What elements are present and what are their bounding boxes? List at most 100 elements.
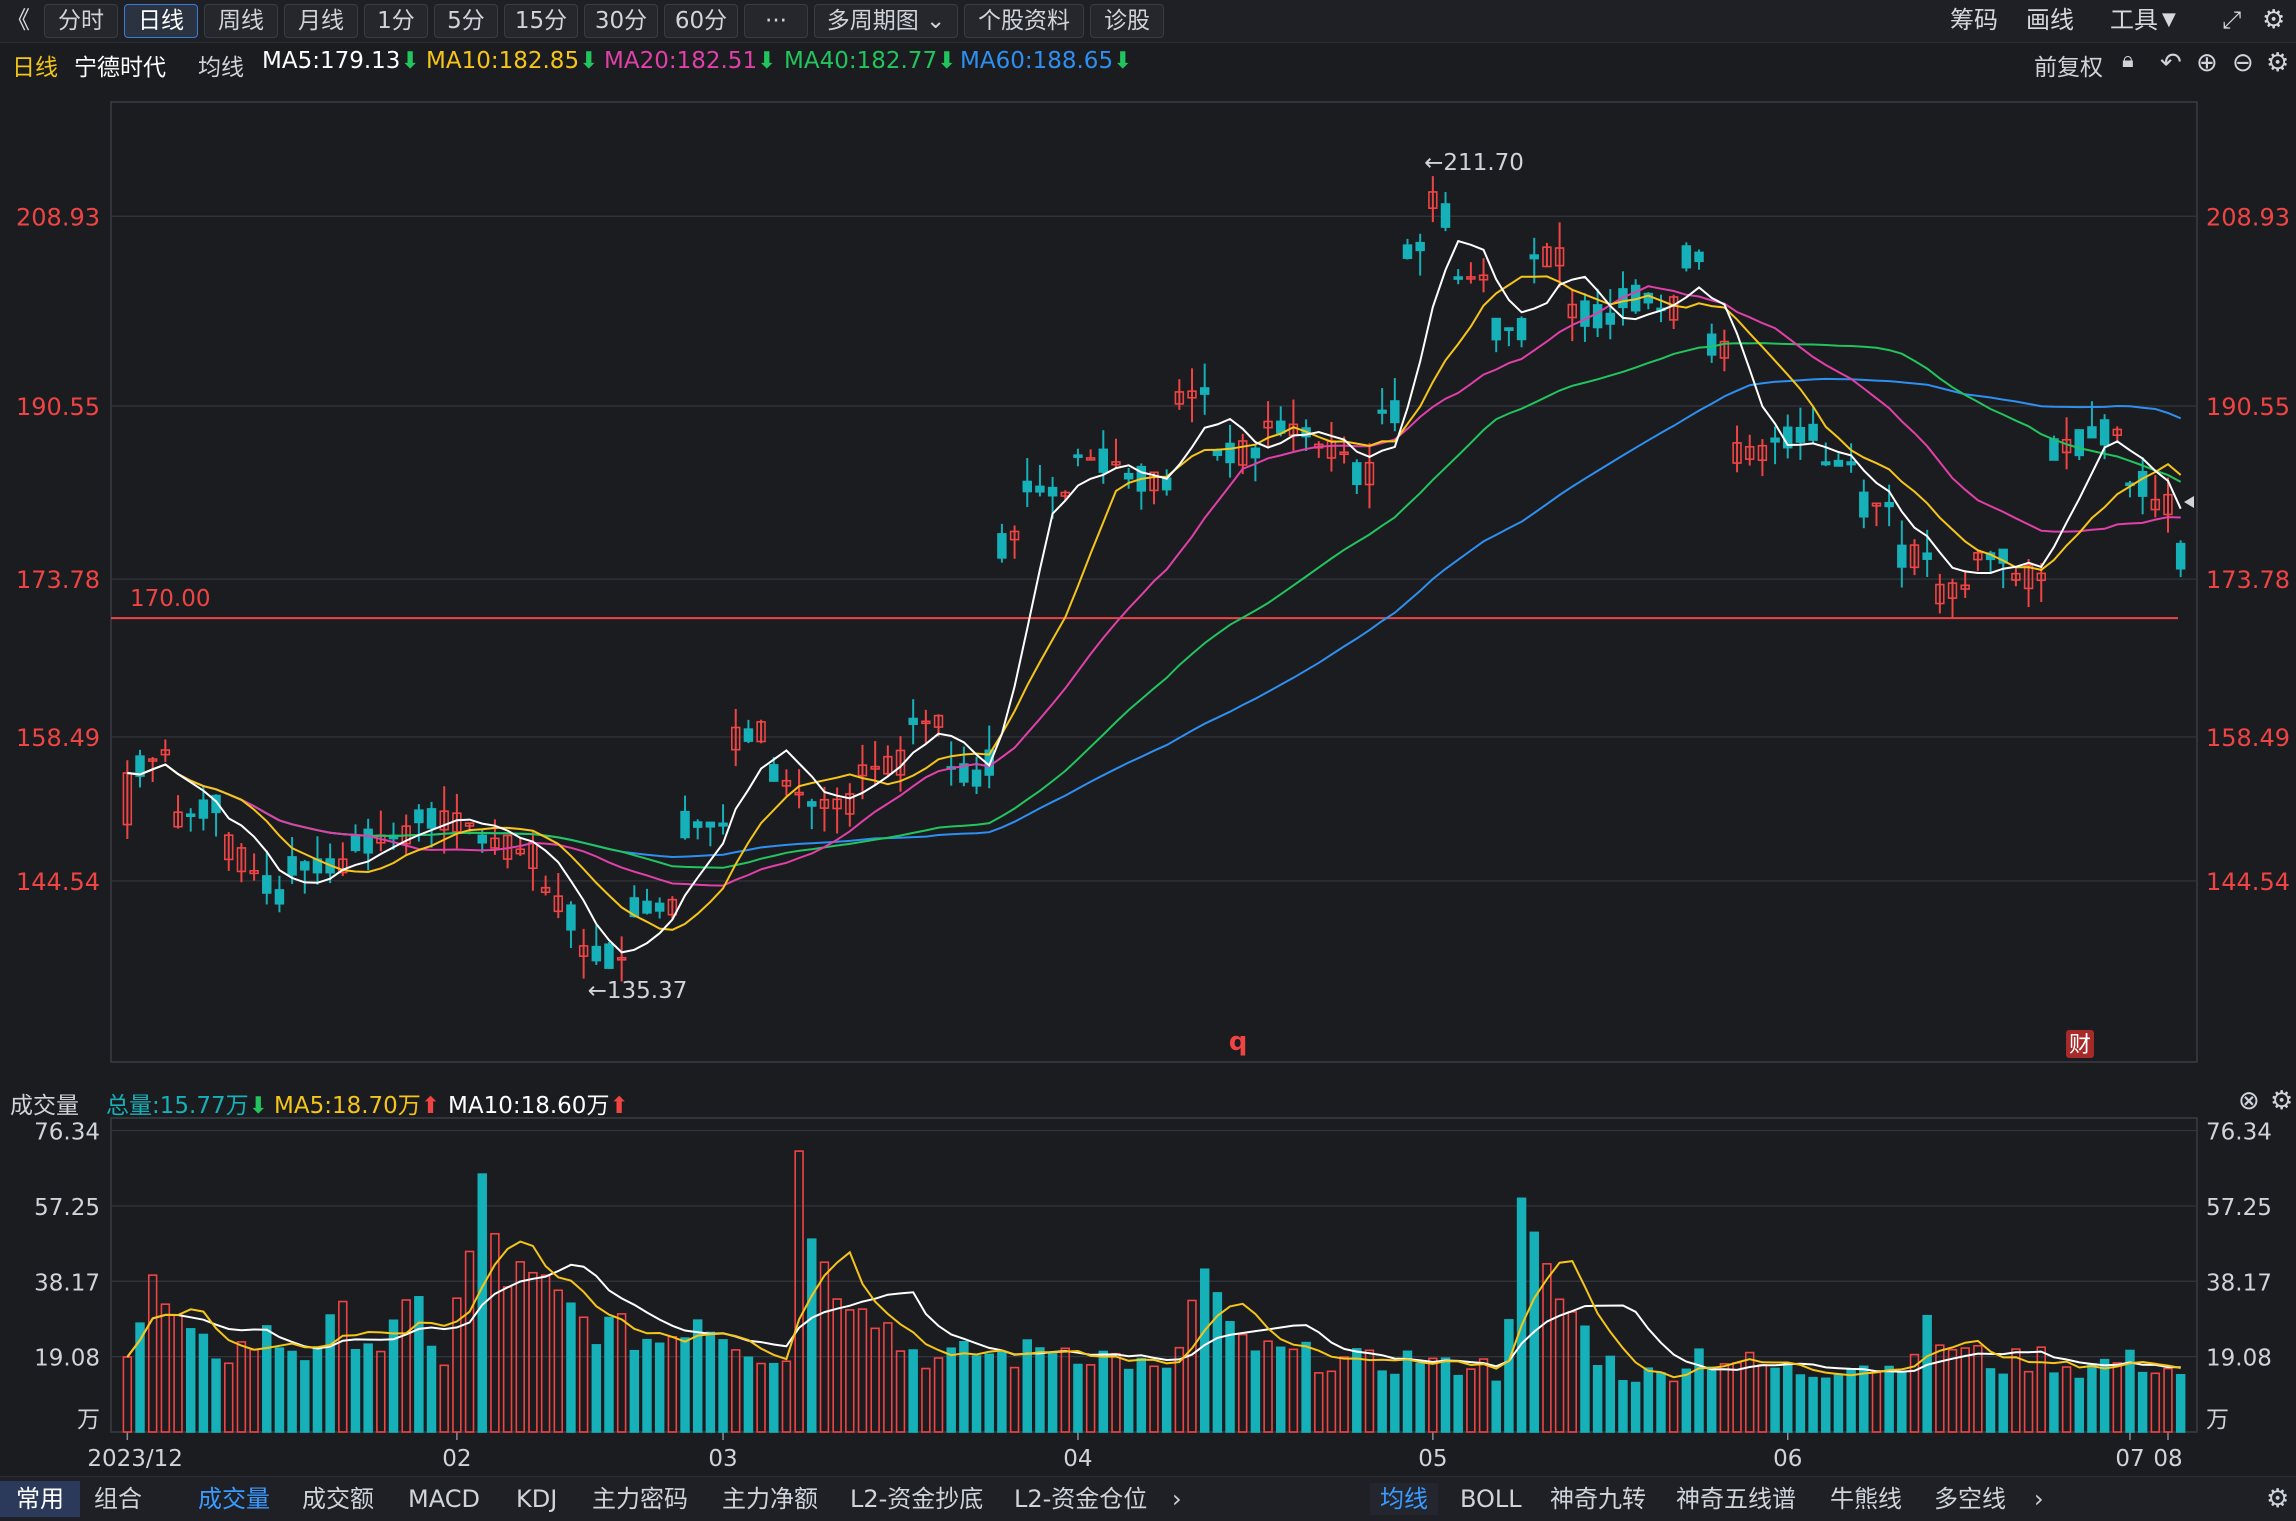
volume-bar: [1985, 1368, 1996, 1433]
volume-bar: [971, 1355, 982, 1433]
volume-bar: [1960, 1347, 1970, 1433]
indicator-tab-3[interactable]: KDJ: [516, 1483, 557, 1515]
volume-bar: [845, 1309, 855, 1433]
scroll-right-icon[interactable]: ›: [1172, 1483, 1182, 1515]
volume-bar: [439, 1364, 449, 1433]
indicator-tab-6[interactable]: L2-资金抄底: [850, 1483, 983, 1515]
volume-bar: [2099, 1358, 2110, 1433]
indicator-tab-7[interactable]: L2-资金仓位: [1014, 1483, 1147, 1515]
price-tick-right: 144.54: [2206, 868, 2290, 896]
volume-bar: [2011, 1348, 2021, 1433]
candle-body: [1808, 423, 1818, 441]
volume-tick-left: 38.17: [34, 1270, 100, 1296]
tab-common[interactable]: 常用: [0, 1481, 80, 1517]
volume-bar: [1504, 1319, 1514, 1433]
indicator-tab-2[interactable]: MACD: [408, 1483, 480, 1515]
volume-bar: [2163, 1367, 2173, 1433]
volume-bar: [2036, 1346, 2046, 1433]
overlay-tab-4[interactable]: 牛熊线: [1830, 1483, 1902, 1515]
settings-icon[interactable]: ⚙: [2266, 1483, 2289, 1515]
x-tick-label: 08: [2153, 1446, 2182, 1472]
overlay-tab-5[interactable]: 多空线: [1934, 1483, 2006, 1515]
volume-tick-left: 76.34: [34, 1120, 100, 1146]
candle-body: [363, 828, 373, 854]
volume-bar: [528, 1271, 538, 1433]
candle-body: [185, 813, 196, 818]
tab-combo[interactable]: 组合: [94, 1483, 142, 1515]
volume-bar: [287, 1350, 297, 1433]
volume-bar: [1478, 1358, 1489, 1433]
indicator-tab-5[interactable]: 主力净额: [722, 1483, 818, 1515]
volume-bar: [515, 1261, 525, 1433]
volume-bar: [2150, 1372, 2161, 1433]
scroll-right-icon[interactable]: ›: [2034, 1483, 2044, 1515]
volume-bar: [1073, 1363, 1083, 1433]
candle-body: [1706, 333, 1717, 356]
volume-bar: [160, 1303, 171, 1433]
volume-tick-right: 76.34: [2206, 1120, 2272, 1146]
overlay-tab-1[interactable]: BOLL: [1460, 1483, 1522, 1515]
kline-chart[interactable]: 208.93 208.93 190.55 190.55 173.78 173.78 158.…: [0, 0, 2296, 1476]
volume-bar: [1098, 1350, 1109, 1433]
volume-bar: [1276, 1346, 1286, 1433]
current-price-pointer-icon: [2184, 496, 2194, 508]
candle-body: [1022, 480, 1032, 493]
candle-body: [1491, 317, 1501, 341]
volume-tick-left: 57.25: [34, 1195, 100, 1221]
volume-bar: [1453, 1374, 1463, 1433]
volume-panel-frame: [110, 1117, 2198, 1433]
indicator-tab-0[interactable]: 成交量: [198, 1483, 270, 1515]
volume-bar: [1706, 1366, 1717, 1433]
volume-bar: [300, 1360, 310, 1433]
volume-bar: [1111, 1352, 1121, 1433]
overlay-tab-0[interactable]: 均线: [1370, 1483, 1438, 1515]
volume-bar: [1009, 1366, 1020, 1433]
volume-bar: [1935, 1344, 1945, 1433]
volume-bar: [122, 1356, 133, 1433]
volume-bar: [857, 1308, 868, 1433]
indicator-tab-4[interactable]: 主力密码: [592, 1483, 688, 1515]
candle-body: [1199, 387, 1210, 395]
volume-tick-right: 57.25: [2206, 1195, 2272, 1221]
volume-bar: [1149, 1365, 1159, 1433]
candle-body: [1846, 461, 1856, 466]
candle-body: [705, 821, 716, 828]
volume-bar: [464, 1250, 475, 1433]
candle-body: [1402, 244, 1413, 259]
volume-bar: [832, 1298, 842, 1433]
overlay-tab-2[interactable]: 神奇九转: [1550, 1483, 1646, 1515]
volume-bar: [1681, 1368, 1692, 1433]
overlay-tab-3[interactable]: 神奇五线谱: [1676, 1483, 1796, 1515]
candle-body: [718, 822, 728, 827]
volume-bar: [807, 1238, 817, 1433]
candle-body: [743, 728, 754, 742]
volume-bar: [1554, 1298, 1565, 1433]
volume-bar: [388, 1319, 399, 1433]
volume-bar: [325, 1314, 335, 1433]
volume-bar: [1668, 1380, 1679, 1433]
volume-bar: [1846, 1369, 1856, 1433]
volume-bar: [604, 1316, 614, 1433]
volume-bar: [705, 1331, 716, 1433]
candle-body: [198, 799, 209, 819]
candle-body: [2175, 542, 2186, 570]
volume-bar: [1402, 1350, 1413, 1433]
candle-body: [591, 945, 602, 962]
volume-bar: [173, 1314, 183, 1433]
volume-bar: [667, 1336, 678, 1433]
candle-body: [1504, 327, 1514, 331]
volume-bar: [654, 1342, 665, 1433]
volume-bar: [1491, 1380, 1501, 1433]
volume-bar: [1732, 1362, 1742, 1433]
volume-bar: [1047, 1353, 1058, 1433]
indicator-tab-1[interactable]: 成交额: [302, 1483, 374, 1515]
volume-tick-right: 19.08: [2206, 1346, 2272, 1372]
candle-body: [1770, 437, 1780, 443]
volume-bar: [2023, 1370, 2034, 1433]
volume-bar: [1352, 1348, 1362, 1433]
volume-bar: [578, 1316, 589, 1433]
candle-body: [1390, 400, 1400, 424]
indicator-bar: 常用 组合 成交量 成交额 MACD KDJ 主力密码 主力净额 L2-资金抄底 L2-资金仓…: [0, 1476, 2296, 1521]
volume-bar: [984, 1353, 994, 1433]
volume-bar: [1871, 1371, 1882, 1433]
